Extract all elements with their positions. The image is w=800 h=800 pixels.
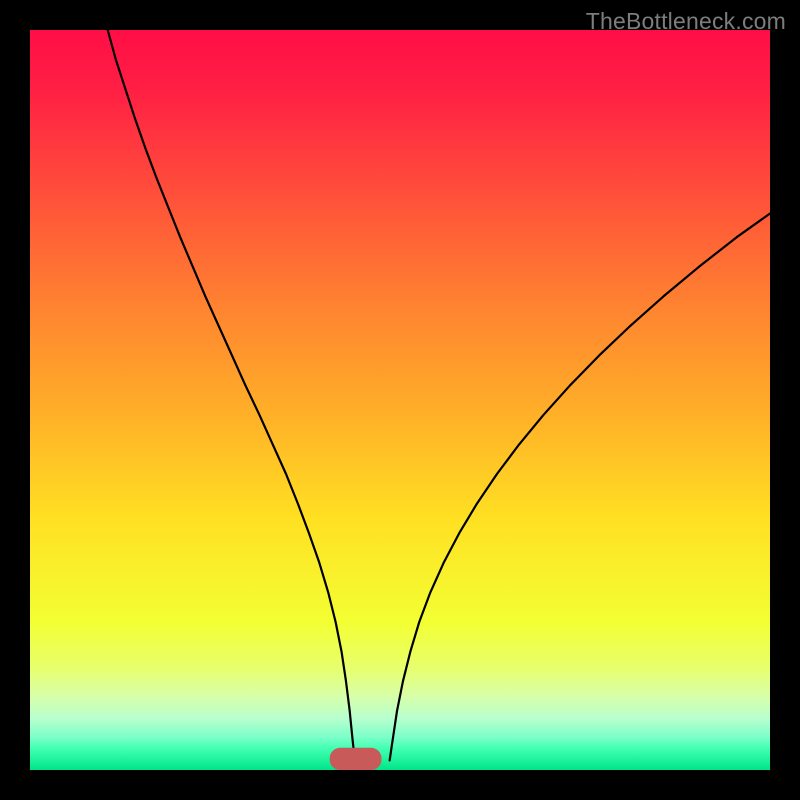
gradient-background — [30, 30, 770, 770]
plot-area — [30, 30, 770, 770]
bottleneck-marker — [330, 748, 382, 770]
chart-svg — [30, 30, 770, 770]
chart-frame: TheBottleneck.com — [0, 0, 800, 800]
